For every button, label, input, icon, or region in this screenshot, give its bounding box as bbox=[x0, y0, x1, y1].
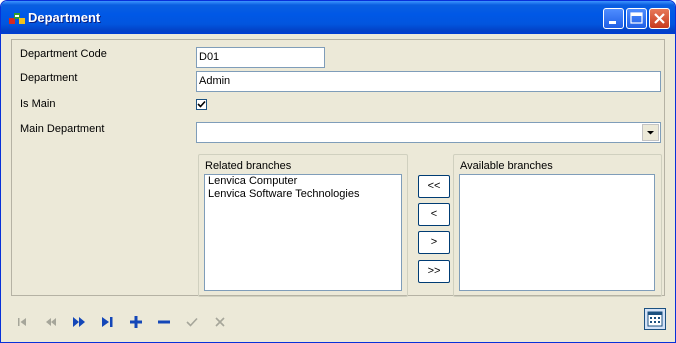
related-branches-label: Related branches bbox=[205, 160, 292, 172]
is-main-label: Is Main bbox=[20, 98, 56, 110]
department-code-label: Department Code bbox=[20, 48, 107, 60]
maximize-button[interactable] bbox=[626, 8, 647, 29]
first-icon[interactable] bbox=[13, 312, 33, 332]
chevron-down-icon bbox=[647, 131, 654, 135]
prior-icon[interactable] bbox=[41, 312, 61, 332]
post-icon[interactable] bbox=[182, 312, 202, 332]
department-window: Department Department Code D01 Departmen… bbox=[0, 0, 676, 343]
list-item[interactable]: Lenvica Software Technologies bbox=[205, 188, 401, 201]
move-right-button[interactable]: > bbox=[418, 231, 450, 254]
related-branches-list[interactable]: Lenvica Computer Lenvica Software Techno… bbox=[204, 174, 402, 291]
move-all-left-button[interactable]: << bbox=[418, 175, 450, 198]
combo-dropdown-button[interactable] bbox=[642, 124, 659, 141]
department-panel: Department Code D01 Department Admin Is … bbox=[11, 39, 665, 297]
cancel-icon[interactable] bbox=[210, 312, 230, 332]
maximize-icon bbox=[630, 12, 643, 24]
calendar-button[interactable] bbox=[644, 308, 666, 330]
is-main-checkbox[interactable] bbox=[196, 99, 207, 110]
related-branches-group: Related branches Lenvica Computer Lenvic… bbox=[198, 154, 408, 297]
department-code-field[interactable]: D01 bbox=[196, 47, 325, 68]
title-bar[interactable]: Department bbox=[1, 1, 675, 34]
minimize-icon bbox=[609, 21, 616, 24]
main-department-combo[interactable] bbox=[196, 122, 661, 143]
insert-icon[interactable] bbox=[126, 312, 146, 332]
last-icon[interactable] bbox=[97, 312, 117, 332]
calendar-icon bbox=[647, 311, 663, 327]
available-branches-label: Available branches bbox=[460, 160, 553, 172]
available-branches-group: Available branches bbox=[453, 154, 662, 297]
checkmark-icon bbox=[197, 100, 206, 108]
close-icon bbox=[654, 13, 665, 24]
department-field[interactable]: Admin bbox=[196, 71, 661, 92]
move-all-right-button[interactable]: >> bbox=[418, 260, 450, 283]
window-title: Department bbox=[28, 10, 101, 25]
delete-icon[interactable] bbox=[154, 312, 174, 332]
main-department-label: Main Department bbox=[20, 123, 105, 135]
next-icon[interactable] bbox=[69, 312, 89, 332]
available-branches-list[interactable] bbox=[459, 174, 655, 291]
move-left-button[interactable]: < bbox=[418, 203, 450, 226]
close-button[interactable] bbox=[649, 8, 670, 29]
window-content: Department Code D01 Department Admin Is … bbox=[5, 34, 671, 338]
minimize-button[interactable] bbox=[603, 8, 624, 29]
list-item[interactable]: Lenvica Computer bbox=[205, 175, 401, 188]
record-navigator bbox=[5, 304, 671, 338]
department-label: Department bbox=[20, 72, 78, 84]
app-icon bbox=[9, 13, 25, 24]
